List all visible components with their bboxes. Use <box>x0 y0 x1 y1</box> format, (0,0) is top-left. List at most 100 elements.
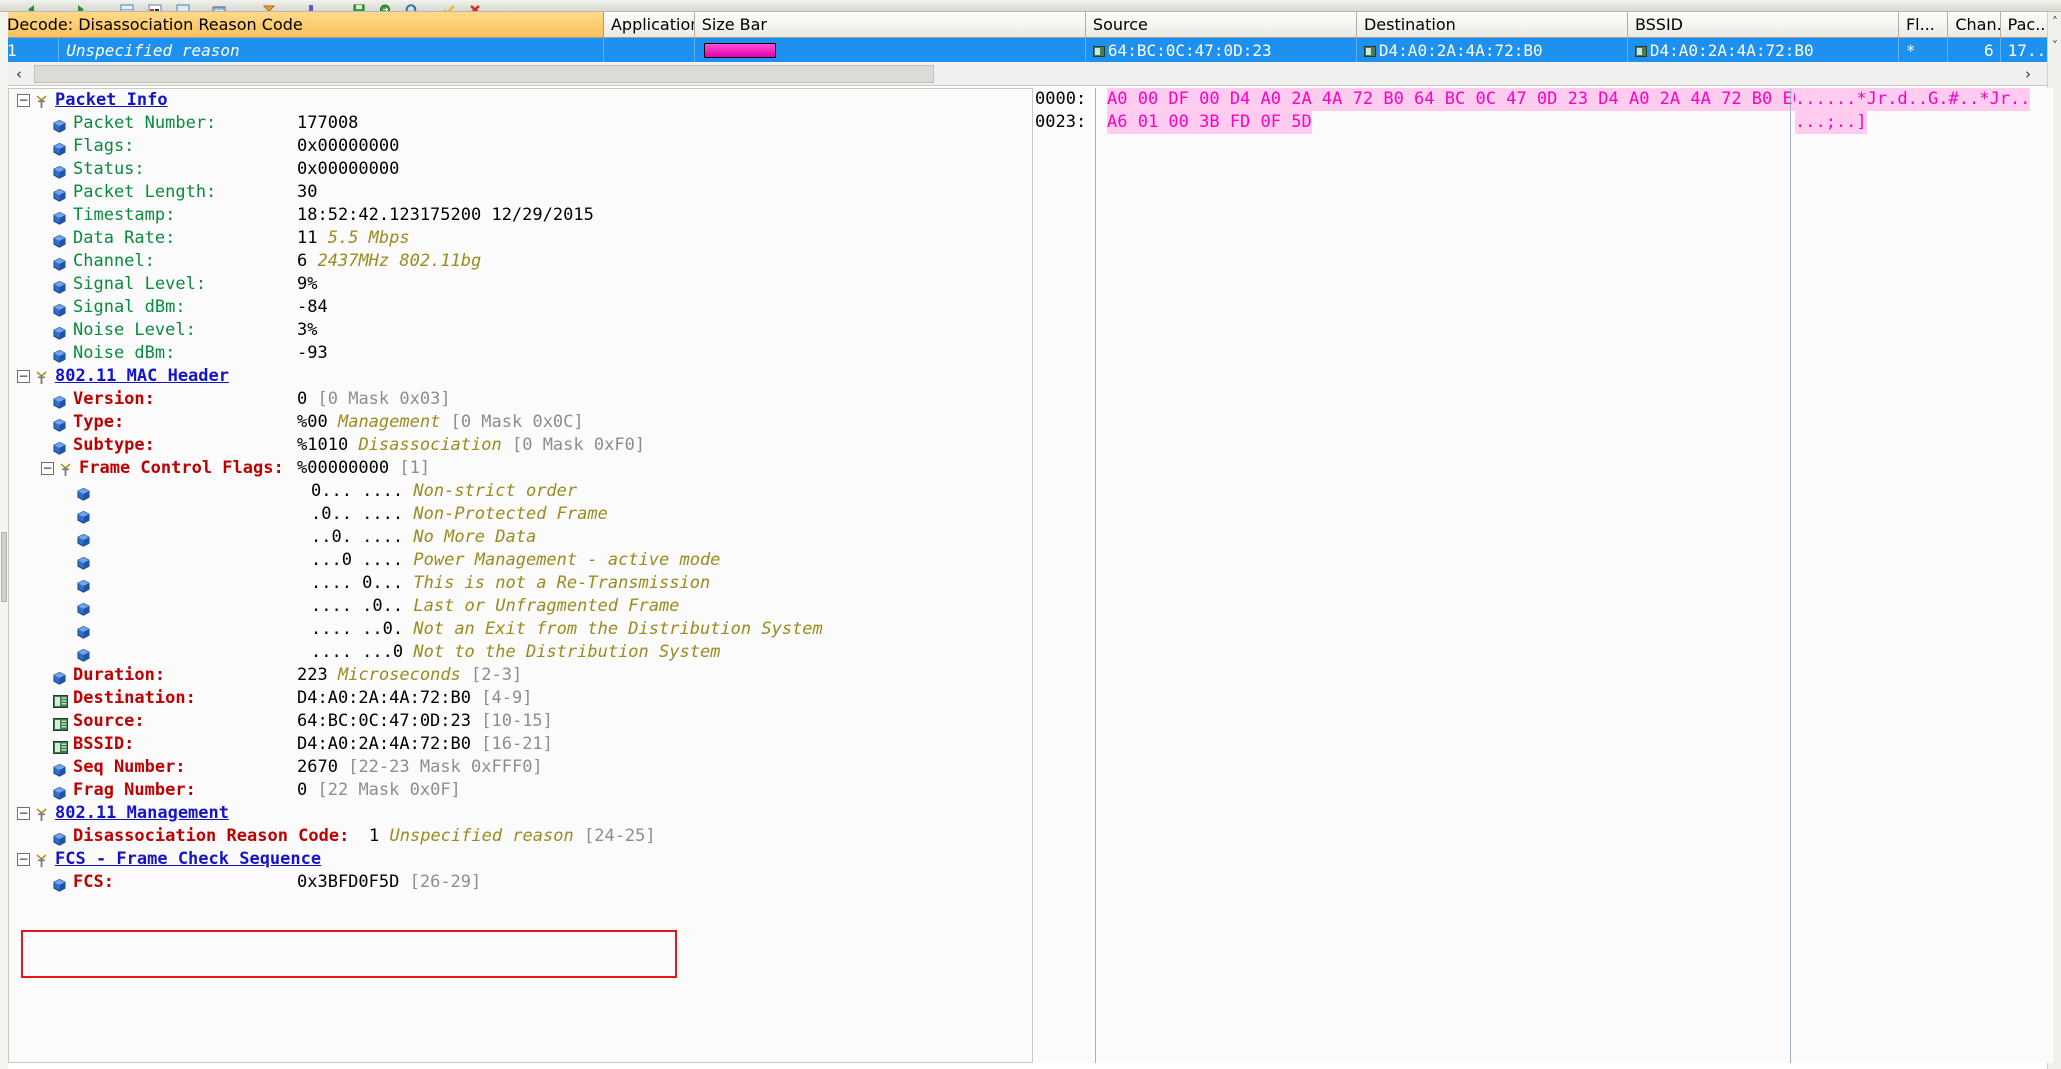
column-header-decode[interactable]: Decode: Disassociation Reason Code <box>0 12 604 38</box>
decode-field-value: -84 <box>297 297 328 317</box>
collapse-toggle-icon[interactable]: − <box>41 462 54 475</box>
decode-tree-pane[interactable]: − Packet InfoPacket Number:177008Flags:0x… <box>8 88 1033 1063</box>
decode-group-row[interactable]: −Frame Control Flags:%00000000 [1] <box>9 457 1032 480</box>
column-header-packets[interactable]: Pac... <box>2001 12 2053 38</box>
decode-field-row[interactable]: Signal Level:9% <box>9 273 1032 296</box>
decode-flag-row[interactable]: .... 0... This is not a Re-Transmission <box>9 572 1032 595</box>
hex-dump-row[interactable]: 0023:A6 01 00 3B FD 0F 5D...;..] <box>1035 111 2053 134</box>
field-cube-icon <box>77 577 90 590</box>
decode-field-row[interactable]: Subtype:%1010 Disassociation [0 Mask 0xF… <box>9 434 1032 457</box>
collapse-toggle-icon[interactable]: − <box>17 94 30 107</box>
decode-field-row[interactable]: Destination:D4:A0:2A:4A:72:B0 [4-9] <box>9 687 1032 710</box>
forward-arrow-icon[interactable] <box>74 0 88 11</box>
scroll-down-icon[interactable]: ˅ <box>2048 38 2061 54</box>
field-cube-icon <box>53 324 66 337</box>
field-cube-icon <box>77 646 90 659</box>
decode-field-row[interactable]: FCS:0x3BFD0F5D [26-29] <box>9 871 1032 894</box>
antenna-icon <box>58 461 73 476</box>
decode-field-label: Channel: <box>73 250 155 273</box>
hex-dump-pane[interactable]: 0000:A0 00 DF 00 D4 A0 2A 4A 72 B0 64 BC… <box>1035 88 2053 1063</box>
check-yellow-icon[interactable] <box>442 0 456 11</box>
decode-field-range: [0 Mask 0x03] <box>318 389 451 409</box>
column-header-flags[interactable]: Fl... <box>1899 12 1948 38</box>
hex-dump-row[interactable]: 0000:A0 00 DF 00 D4 A0 2A 4A 72 B0 64 BC… <box>1035 88 2053 111</box>
decode-group-label[interactable]: Packet Info <box>55 89 168 112</box>
decode-field-row[interactable]: Duration:223 Microseconds [2-3] <box>9 664 1032 687</box>
scroll-left-icon[interactable]: ‹ <box>6 62 32 85</box>
decode-flag-row[interactable]: 0... .... Non-strict order <box>9 480 1032 503</box>
collapse-toggle-icon[interactable]: − <box>17 370 30 383</box>
column-header-row[interactable]: Decode: Disassociation Reason Code Appli… <box>0 12 2061 38</box>
bssid-cell: D4:A0:2A:4A:72:B0 <box>1628 38 1899 62</box>
delete-red-icon[interactable] <box>468 0 482 11</box>
decode-field-row[interactable]: BSSID:D4:A0:2A:4A:72:B0 [16-21] <box>9 733 1032 756</box>
decode-flag-row[interactable]: ..0. .... No More Data <box>9 526 1032 549</box>
decode-flag-row[interactable]: ...0 .... Power Management - active mode <box>9 549 1032 572</box>
save-green-icon[interactable] <box>352 0 366 11</box>
decode-group-row[interactable]: − Packet Info <box>9 89 1032 112</box>
filter-icon[interactable] <box>262 0 276 11</box>
decode-group-row[interactable]: − 802.11 MAC Header <box>9 365 1032 388</box>
column-header-size-bar[interactable]: Size Bar <box>695 12 1086 38</box>
decode-field-row[interactable]: Noise Level:3% <box>9 319 1032 342</box>
column-header-bssid[interactable]: BSSID <box>1628 12 1899 38</box>
decode-field-row[interactable]: Noise dBm:-93 <box>9 342 1032 365</box>
field-cube-icon <box>53 301 66 314</box>
application-cell <box>604 38 695 62</box>
left-scroll-thumb[interactable] <box>1 532 7 602</box>
decode-group-label[interactable]: 802.11 MAC Header <box>55 365 229 388</box>
column-header-source[interactable]: Source <box>1086 12 1357 38</box>
refresh-icon[interactable] <box>404 0 418 11</box>
decode-group-row[interactable]: − FCS - Frame Check Sequence <box>9 848 1032 871</box>
collapse-toggle-icon[interactable]: − <box>17 807 30 820</box>
decode-flag-row[interactable]: .0.. .... Non-Protected Frame <box>9 503 1032 526</box>
field-cube-icon <box>53 416 66 429</box>
decode-field-row[interactable]: Packet Number:177008 <box>9 112 1032 135</box>
decode-field-row[interactable]: Version:0 [0 Mask 0x03] <box>9 388 1032 411</box>
view-list-icon[interactable] <box>120 0 134 11</box>
decode-field-row[interactable]: Source:64:BC:0C:47:0D:23 [10-15] <box>9 710 1032 733</box>
selected-packet-row[interactable]: 1 Unspecified reason 64:BC:0C:47:0D:23 D… <box>0 38 2061 62</box>
decode-field-row[interactable]: Timestamp:18:52:42.123175200 12/29/2015 <box>9 204 1032 227</box>
decode-field-row[interactable]: Flags:0x00000000 <box>9 135 1032 158</box>
decode-field-range: [0 Mask 0xF0] <box>512 435 645 455</box>
horizontal-scrollbar[interactable]: ‹ › <box>0 62 2061 86</box>
decode-group-label[interactable]: FCS - Frame Check Sequence <box>55 848 321 871</box>
decode-flag-row[interactable]: .... ..0. Not an Exit from the Distribut… <box>9 618 1032 641</box>
hex-ascii: ...;..] <box>1795 111 1867 134</box>
scroll-right-icon[interactable]: › <box>2015 62 2041 85</box>
info-icon[interactable] <box>304 0 318 11</box>
collapse-toggle-icon[interactable]: − <box>17 853 30 866</box>
send-green-icon[interactable] <box>378 0 392 11</box>
column-header-destination[interactable]: Destination <box>1357 12 1628 38</box>
view-detail-icon[interactable] <box>176 0 190 11</box>
column-header-channel[interactable]: Chan... <box>1948 12 2000 38</box>
decode-field-row[interactable]: Disassociation Reason Code:1 Unspecified… <box>9 825 1032 848</box>
decode-group-row[interactable]: − 802.11 Management <box>9 802 1032 825</box>
toolbar[interactable] <box>0 0 2061 12</box>
decode-field-row[interactable]: Status:0x00000000 <box>9 158 1032 181</box>
back-arrow-icon[interactable] <box>24 0 38 11</box>
decode-field-value: 223 <box>297 665 328 685</box>
decode-field-row[interactable]: Data Rate:11 5.5 Mbps <box>9 227 1032 250</box>
ruler-icon[interactable] <box>212 0 226 11</box>
decode-flag-row[interactable]: .... ...0 Not to the Distribution System <box>9 641 1032 664</box>
decode-field-label: Subtype: <box>73 434 155 457</box>
decode-field-label: Type: <box>73 411 124 434</box>
left-edge-scrollbar[interactable] <box>0 12 8 1069</box>
field-cube-icon <box>53 761 66 774</box>
horizontal-scroll-thumb[interactable] <box>34 65 934 83</box>
decode-field-row[interactable]: Seq Number:2670 [22-23 Mask 0xFFF0] <box>9 756 1032 779</box>
scroll-up-icon[interactable]: ˄ <box>2048 14 2061 30</box>
decode-field-row[interactable]: Packet Length:30 <box>9 181 1032 204</box>
decode-flag-row[interactable]: .... .0.. Last or Unfragmented Frame <box>9 595 1032 618</box>
decode-field-row[interactable]: Signal dBm:-84 <box>9 296 1032 319</box>
column-header-application[interactable]: Application <box>604 12 695 38</box>
decode-field-row[interactable]: Frag Number:0 [22 Mask 0x0F] <box>9 779 1032 802</box>
view-grid-icon[interactable] <box>148 0 162 11</box>
hex-ascii: ......*Jr.d..G.#..*Jr.. <box>1795 88 2030 111</box>
decode-field-label: Source: <box>73 710 145 733</box>
decode-field-row[interactable]: Type:%00 Management [0 Mask 0x0C] <box>9 411 1032 434</box>
decode-field-row[interactable]: Channel:6 2437MHz 802.11bg <box>9 250 1032 273</box>
decode-group-label[interactable]: 802.11 Management <box>55 802 229 825</box>
